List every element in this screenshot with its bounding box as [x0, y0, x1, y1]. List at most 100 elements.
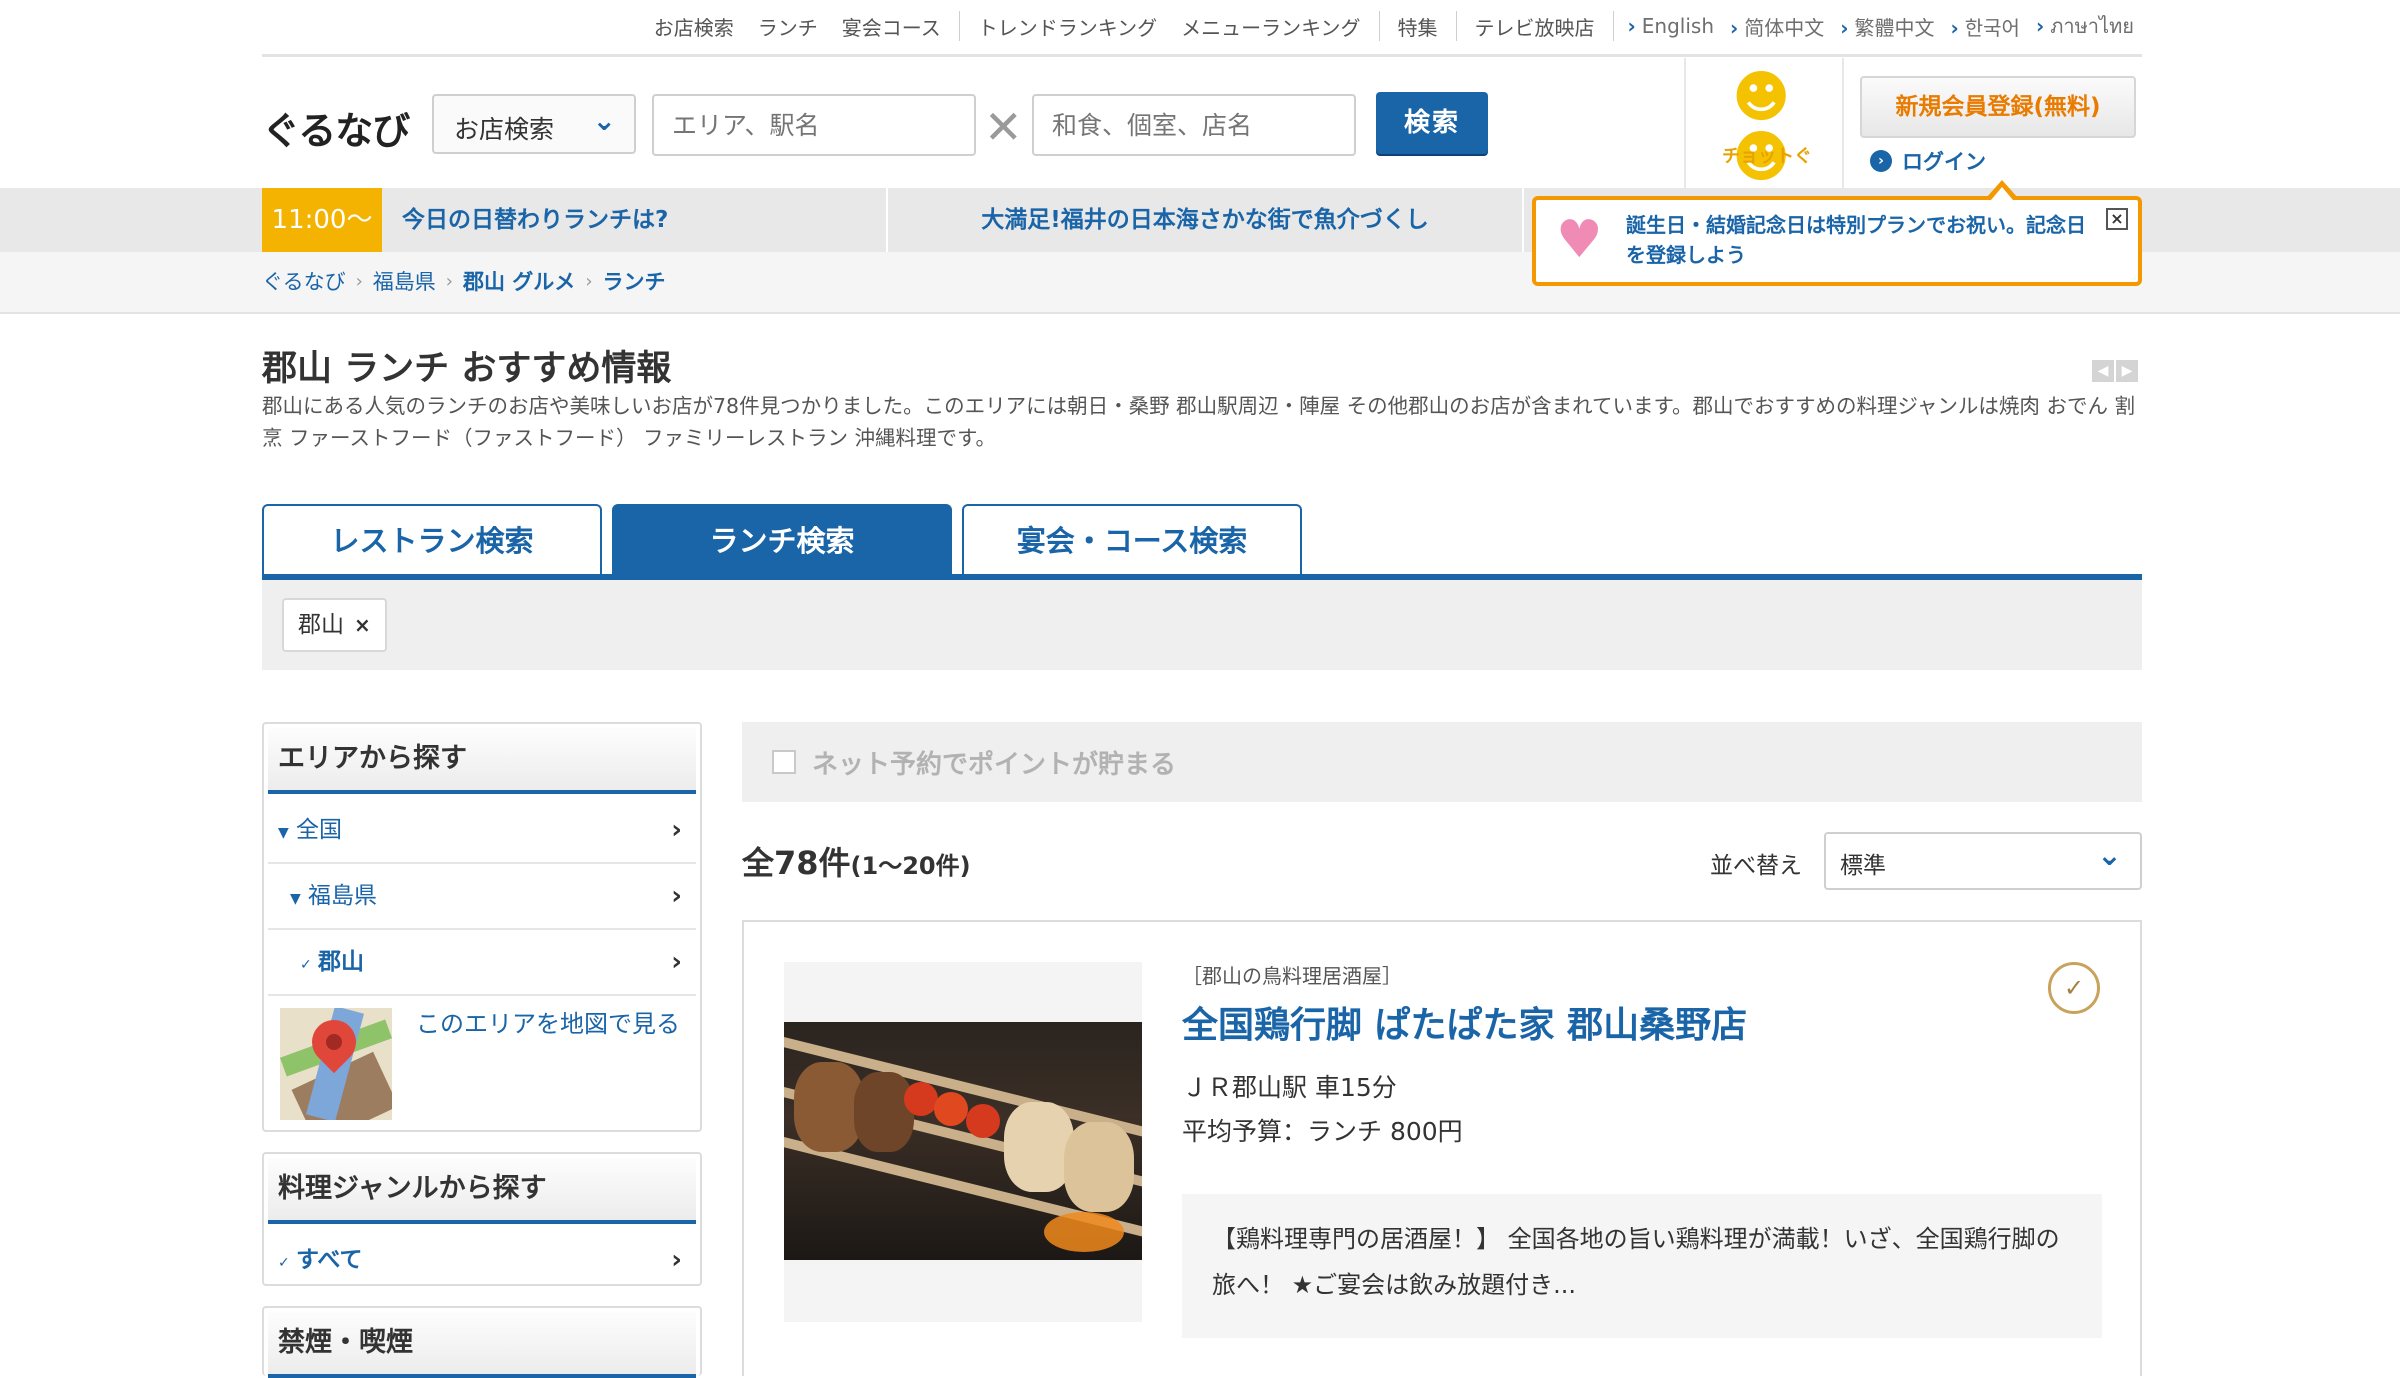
page-title: 郡山 ランチ おすすめ情報 — [262, 349, 672, 389]
prev-arrow-icon[interactable]: ◀ — [2092, 360, 2114, 382]
restaurant-photo-frame — [784, 962, 1142, 1322]
genre-filter-heading: 料理ジャンルから探す — [268, 1158, 696, 1224]
chevron-right-icon: › — [671, 815, 682, 845]
check-icon: ✓ — [300, 957, 312, 973]
point-checkbox[interactable] — [772, 750, 796, 774]
sort-label: 並べ替え — [1710, 853, 1802, 879]
filter-chip-label: 郡山 — [298, 612, 344, 638]
feature-link[interactable]: 大満足!福井の日本海さかな街で魚介づくし — [888, 188, 1522, 252]
lang-link-traditional-chinese[interactable]: 繁體中文 — [1832, 12, 1942, 41]
nav-link-trend-ranking[interactable]: トレンドランキング — [966, 12, 1169, 41]
sidebar-item-koriyama[interactable]: ✓ 郡山 › — [268, 930, 696, 996]
tab-restaurant-search[interactable]: レストラン検索 — [262, 504, 602, 576]
tooltip-text: 誕生日・結婚記念日は特別プランでお祝い。記念日を登録しよう — [1626, 213, 2086, 267]
smoking-filter-box: 禁煙・喫煙 — [262, 1306, 702, 1378]
remove-icon[interactable]: × — [354, 613, 371, 637]
breadcrumb-koriyama-gourmet[interactable]: 郡山 グルメ — [463, 266, 575, 296]
breadcrumb-gurunavi[interactable]: ぐるなび — [262, 266, 346, 296]
close-icon[interactable]: × — [2106, 208, 2128, 230]
page-description: 郡山にある人気のランチのお店や美味しいお店が78件見つかりました。このエリアには… — [262, 394, 2135, 450]
genre-filter-box: 料理ジャンルから探す ✓ すべて › — [262, 1152, 702, 1286]
nav-link-features[interactable]: 特集 — [1386, 12, 1450, 41]
restaurant-budget: 平均予算：ランチ 800円 — [1182, 1117, 1463, 1146]
time-badge: 11:00〜 — [262, 188, 382, 252]
lang-link-thai[interactable]: ภาษาไทย — [2028, 10, 2142, 42]
point-checkbox-label: ネット予約でポイントが貯まる — [812, 750, 1177, 780]
caret-down-icon: ▼ — [278, 825, 289, 841]
cross-divider-icon: ✕ — [984, 100, 1023, 154]
sidebar-item-fukushima[interactable]: ▼ 福島県 › — [268, 864, 696, 930]
nav-link-menu-ranking[interactable]: メニューランキング — [1169, 12, 1372, 41]
sidebar-item-label: すべて — [296, 1247, 363, 1273]
bar-divider — [1522, 188, 1524, 252]
chotto-label: チョットぐ — [1722, 146, 1812, 167]
chevron-down-icon: ⌄ — [2096, 838, 2122, 873]
chevron-right-icon: › — [671, 1245, 682, 1275]
search-button[interactable]: 検索 — [1376, 92, 1488, 154]
restaurant-genre: ［郡山の鳥料理居酒屋］ — [1182, 964, 1402, 988]
top-nav: お店検索 ランチ 宴会コース トレンドランキング メニューランキング 特集 テレ… — [262, 0, 2142, 57]
lang-link-simplified-chinese[interactable]: 简体中文 — [1722, 12, 1832, 41]
breadcrumb: ぐるなび › 福島県 › 郡山 グルメ › ランチ — [262, 266, 666, 296]
chevron-right-icon: › — [671, 881, 682, 911]
chevron-right-icon: › — [585, 270, 593, 292]
fork-spoon-mascot-icon: ☻☻ — [1732, 65, 1791, 190]
nav-divider — [1455, 11, 1457, 41]
sidebar-item-label: 全国 — [296, 817, 342, 843]
sort-select[interactable]: 標準 ⌄ — [1824, 832, 2142, 890]
nav-divider — [1612, 11, 1614, 41]
sort-value: 標準 — [1840, 853, 1886, 879]
site-logo[interactable]: ぐるなび — [262, 100, 410, 155]
daily-lunch-link[interactable]: 今日の日替わりランチは? — [402, 188, 668, 252]
result-count-total: 全78件 — [742, 844, 851, 882]
restaurant-photo[interactable] — [784, 1022, 1142, 1260]
result-count-range: (1〜20件) — [850, 852, 971, 880]
sidebar-item-label: 福島県 — [308, 883, 377, 909]
filter-chip-koriyama[interactable]: 郡山 × — [282, 598, 387, 652]
caret-down-icon: ▼ — [290, 891, 301, 907]
filter-bar — [262, 580, 2142, 670]
area-filter-heading: エリアから探す — [268, 728, 696, 794]
point-filter-bar[interactable]: ネット予約でポイントが貯まる — [742, 722, 2142, 802]
nav-divider — [1378, 11, 1380, 41]
breadcrumb-lunch[interactable]: ランチ — [603, 266, 666, 296]
search-type-select[interactable]: お店検索 ⌄ — [432, 94, 636, 154]
restaurant-card[interactable]: ［郡山の鳥料理居酒屋］ 全国鶏行脚 ぱたぱた家 郡山桑野店 ＪＲ郡山駅 車15分… — [742, 920, 2142, 1376]
breadcrumb-fukushima[interactable]: 福島県 — [373, 266, 436, 296]
smoking-filter-heading: 禁煙・喫煙 — [268, 1312, 696, 1378]
chevron-right-icon: › — [445, 270, 453, 292]
next-arrow-icon[interactable]: ▶ — [2116, 360, 2138, 382]
keyword-search-input[interactable] — [1032, 94, 1356, 156]
nav-link-shop-search[interactable]: お店検索 — [642, 12, 746, 41]
nav-link-lunch[interactable]: ランチ — [746, 12, 830, 41]
map-link-row[interactable]: このエリアを地図で見る — [268, 996, 696, 1122]
heart-icon: ♥ — [1556, 210, 1603, 270]
chevron-right-icon: › — [671, 947, 682, 977]
sidebar-item-zenkoku[interactable]: ▼ 全国 › — [268, 798, 696, 864]
lang-link-korean[interactable]: 한국어 — [1943, 12, 2028, 41]
tab-banquet-course-search[interactable]: 宴会・コース検索 — [962, 504, 1302, 576]
view-on-map-link[interactable]: このエリアを地図で見る — [416, 1006, 686, 1042]
area-search-input[interactable] — [652, 94, 976, 156]
top-nav-links: お店検索 ランチ 宴会コース トレンドランキング メニューランキング 特集 テレ… — [642, 10, 2142, 42]
arrow-right-icon: › — [1870, 150, 1892, 172]
tab-lunch-search[interactable]: ランチ検索 — [612, 504, 952, 576]
area-filter-box: エリアから探す ▼ 全国 › ▼ 福島県 › ✓ 郡山 › このエリアを地図で見る — [262, 722, 702, 1132]
nav-link-tv-shops[interactable]: テレビ放映店 — [1463, 12, 1607, 41]
restaurant-pr-box: 【鶏料理専門の居酒屋！】 全国各地の旨い鶏料理が満載！いざ、全国鶏行脚の旅へ！ … — [1182, 1194, 2102, 1338]
pager-arrows: ◀ ▶ — [2092, 360, 2138, 382]
nav-link-banquet[interactable]: 宴会コース — [830, 12, 953, 41]
sidebar-item-all-genres[interactable]: ✓ すべて › — [268, 1228, 696, 1292]
bookmark-check-icon[interactable]: ✓ — [2048, 962, 2100, 1014]
chevron-down-icon: ⌄ — [592, 104, 616, 137]
anniversary-tooltip[interactable]: ♥ 誕生日・結婚記念日は特別プランでお祝い。記念日を登録しよう × — [1532, 180, 2142, 286]
chotto-link[interactable]: ☻☻ チョットぐ — [1684, 58, 1844, 188]
restaurant-name-link[interactable]: 全国鶏行脚 ぱたぱた家 郡山桑野店 — [1182, 996, 1747, 1048]
lang-link-english[interactable]: English — [1620, 14, 1722, 38]
sidebar-item-label: 郡山 — [318, 949, 364, 975]
check-icon: ✓ — [278, 1255, 290, 1271]
signup-button[interactable]: 新規会員登録(無料) — [1860, 76, 2136, 138]
login-link[interactable]: › ログイン — [1870, 146, 1986, 176]
login-label: ログイン — [1902, 150, 1986, 174]
restaurant-access: ＪＲ郡山駅 車15分 — [1182, 1073, 1397, 1102]
